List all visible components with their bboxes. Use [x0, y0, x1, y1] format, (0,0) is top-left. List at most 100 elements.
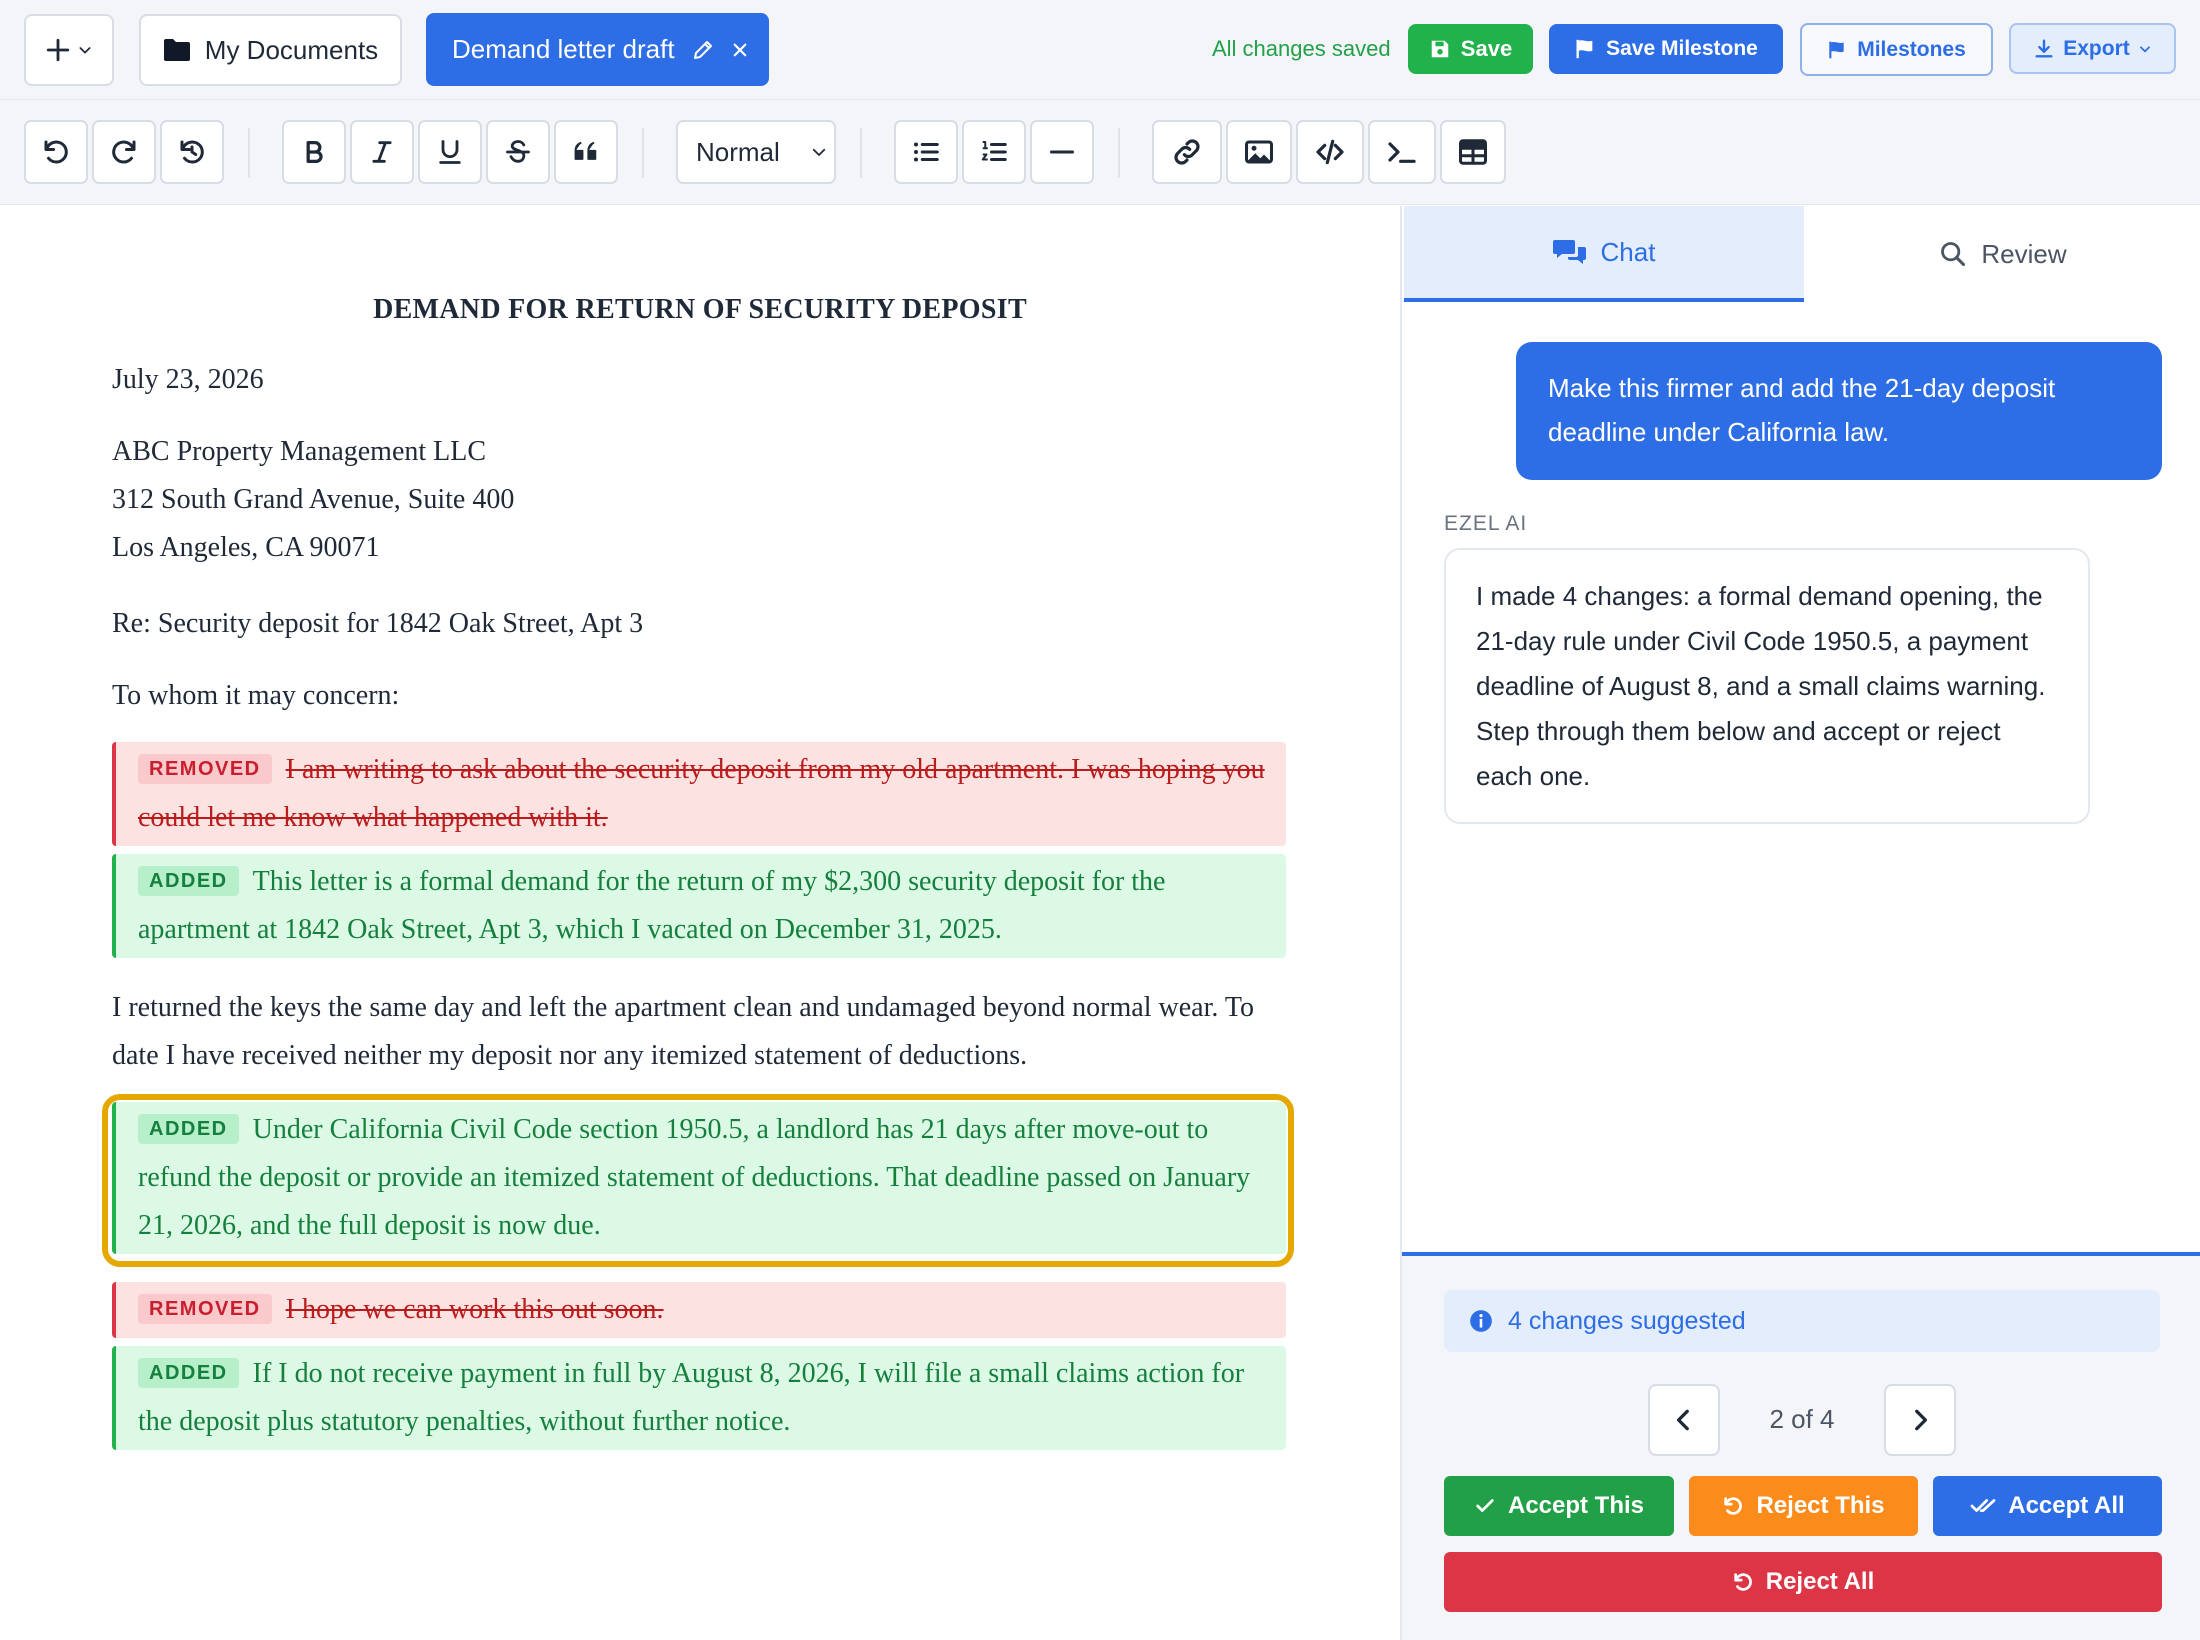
formatting-toolbar: Normal: [0, 100, 2200, 205]
assistant-message: I made 4 changes: a formal demand openin…: [1444, 548, 2090, 824]
italic-button[interactable]: [350, 120, 414, 184]
image-icon: [1245, 140, 1273, 164]
user-message: Make this firmer and add the 21-day depo…: [1516, 342, 2162, 480]
bold-button[interactable]: [282, 120, 346, 184]
undo-button[interactable]: [24, 120, 88, 184]
change-text: This letter is a formal demand for the r…: [138, 866, 1166, 945]
undo-icon: [1734, 1573, 1752, 1591]
underline-button[interactable]: [418, 120, 482, 184]
accept-this-label: Accept This: [1507, 1492, 1645, 1519]
change-review-controls: 4 changes suggested 2 of 4 Accept This R…: [1402, 1252, 2200, 1640]
my-documents-button[interactable]: My Documents: [139, 14, 402, 86]
bullet-list-button[interactable]: [894, 120, 958, 184]
recipient-address: ABC Property Management LLC 312 South Gr…: [112, 428, 1292, 572]
reject-all-button[interactable]: Reject All: [1444, 1552, 2162, 1612]
save-label: Save: [1460, 36, 1513, 61]
flag-icon: [1829, 41, 1844, 58]
tracked-change-added[interactable]: ADDED If I do not receive payment in full…: [112, 1346, 1286, 1450]
code-button[interactable]: [1296, 120, 1364, 184]
change-text: I hope we can work this out soon.: [285, 1294, 664, 1325]
flag-icon: [1576, 39, 1593, 59]
bold-icon: [306, 141, 323, 163]
export-button[interactable]: Export: [2009, 23, 2176, 74]
next-change-button[interactable]: [1884, 1384, 1956, 1456]
changes-info-bar: 4 changes suggested: [1444, 1290, 2160, 1352]
save-milestone-button[interactable]: Save Milestone: [1549, 24, 1783, 74]
chevron-down-icon: [79, 47, 91, 54]
code-icon: [1316, 139, 1344, 165]
current-change-highlight: [102, 1094, 1294, 1267]
tab-review-label: Review: [1981, 238, 2067, 269]
quote-icon: [574, 141, 597, 160]
paragraph-style-select[interactable]: Normal: [676, 120, 836, 184]
underline-icon: [439, 140, 461, 164]
document-title: DEMAND FOR RETURN OF SECURITY DEPOSIT: [373, 294, 1027, 325]
chevron-left-icon: [1676, 1409, 1689, 1431]
terminal-icon: [1388, 142, 1416, 163]
save-button[interactable]: Save: [1408, 24, 1533, 74]
blockquote-button[interactable]: [554, 120, 618, 184]
panel-tabs: Chat Review: [1402, 206, 2200, 302]
accept-this-button[interactable]: Accept This: [1444, 1476, 1674, 1536]
reject-this-label: Reject This: [1756, 1492, 1885, 1519]
removed-badge: REMOVED: [138, 754, 272, 784]
undo-icon: [44, 140, 68, 164]
folder-icon: [163, 39, 190, 61]
added-badge: ADDED: [138, 1358, 239, 1388]
document-editor[interactable]: DEMAND FOR RETURN OF SECURITY DEPOSIT Ju…: [0, 206, 1400, 1640]
italic-icon: [372, 141, 392, 163]
accept-all-label: Accept All: [2008, 1492, 2125, 1519]
history-button[interactable]: [160, 120, 224, 184]
strikethrough-icon: [506, 140, 530, 163]
milestones-button[interactable]: Milestones: [1800, 23, 1993, 76]
table-button[interactable]: [1440, 120, 1506, 184]
added-badge: ADDED: [138, 866, 239, 896]
tracked-change-removed[interactable]: REMOVED I hope we can work this out soon.: [112, 1282, 1286, 1338]
new-document-button[interactable]: [24, 14, 114, 86]
reject-all-label: Reject All: [1765, 1568, 1875, 1595]
numbered-list-icon: [981, 141, 1007, 161]
save-status: All changes saved: [1212, 36, 1391, 61]
double-check-icon: [1970, 1499, 1996, 1512]
save-milestone-label: Save Milestone: [1606, 37, 1758, 60]
horizontal-rule-button[interactable]: [1030, 120, 1094, 184]
check-icon: [1476, 1499, 1494, 1512]
table-icon: [1459, 139, 1487, 165]
code-block-button[interactable]: [1368, 120, 1436, 184]
redo-button[interactable]: [92, 120, 156, 184]
close-icon[interactable]: [731, 41, 749, 59]
chevron-down-icon: [2139, 45, 2150, 52]
link-button[interactable]: [1152, 120, 1222, 184]
export-label: Export: [2063, 36, 2130, 60]
reject-this-button[interactable]: Reject This: [1689, 1476, 1918, 1536]
undo-icon: [1724, 1497, 1743, 1515]
change-text: I am writing to ask about the security d…: [138, 754, 1265, 833]
info-icon: [1470, 1310, 1492, 1332]
tracked-change-added[interactable]: ADDED This letter is a formal demand for …: [112, 854, 1286, 958]
changes-count-text: 4 changes suggested: [1508, 1306, 1746, 1335]
paragraph-style-value: Normal: [696, 136, 780, 167]
bullet-list-icon: [914, 142, 939, 162]
accept-all-button[interactable]: Accept All: [1933, 1476, 2162, 1536]
active-document-tab[interactable]: Demand letter draft: [426, 13, 769, 86]
numbered-list-button[interactable]: [962, 120, 1026, 184]
history-icon: [180, 140, 204, 164]
subject-line: Re: Security deposit for 1842 Oak Street…: [112, 608, 644, 639]
pencil-icon[interactable]: [691, 38, 715, 62]
strikethrough-button[interactable]: [486, 120, 550, 184]
removed-badge: REMOVED: [138, 1294, 272, 1324]
image-button[interactable]: [1226, 120, 1292, 184]
redo-icon: [112, 140, 136, 164]
toolbar-divider: [248, 128, 250, 178]
address-line: 312 South Grand Avenue, Suite 400: [112, 484, 515, 515]
address-line: Los Angeles, CA 90071: [112, 532, 380, 563]
tab-review[interactable]: Review: [1804, 206, 2200, 302]
tracked-change-removed[interactable]: REMOVED I am writing to ask about the sec…: [112, 742, 1286, 846]
toolbar-divider: [860, 128, 862, 178]
tab-chat[interactable]: Chat: [1404, 206, 1804, 302]
download-icon: [2035, 39, 2053, 58]
previous-change-button[interactable]: [1648, 1384, 1720, 1456]
link-icon: [1174, 139, 1200, 165]
my-documents-label: My Documents: [204, 34, 379, 65]
change-text: If I do not receive payment in full by A…: [138, 1358, 1245, 1437]
